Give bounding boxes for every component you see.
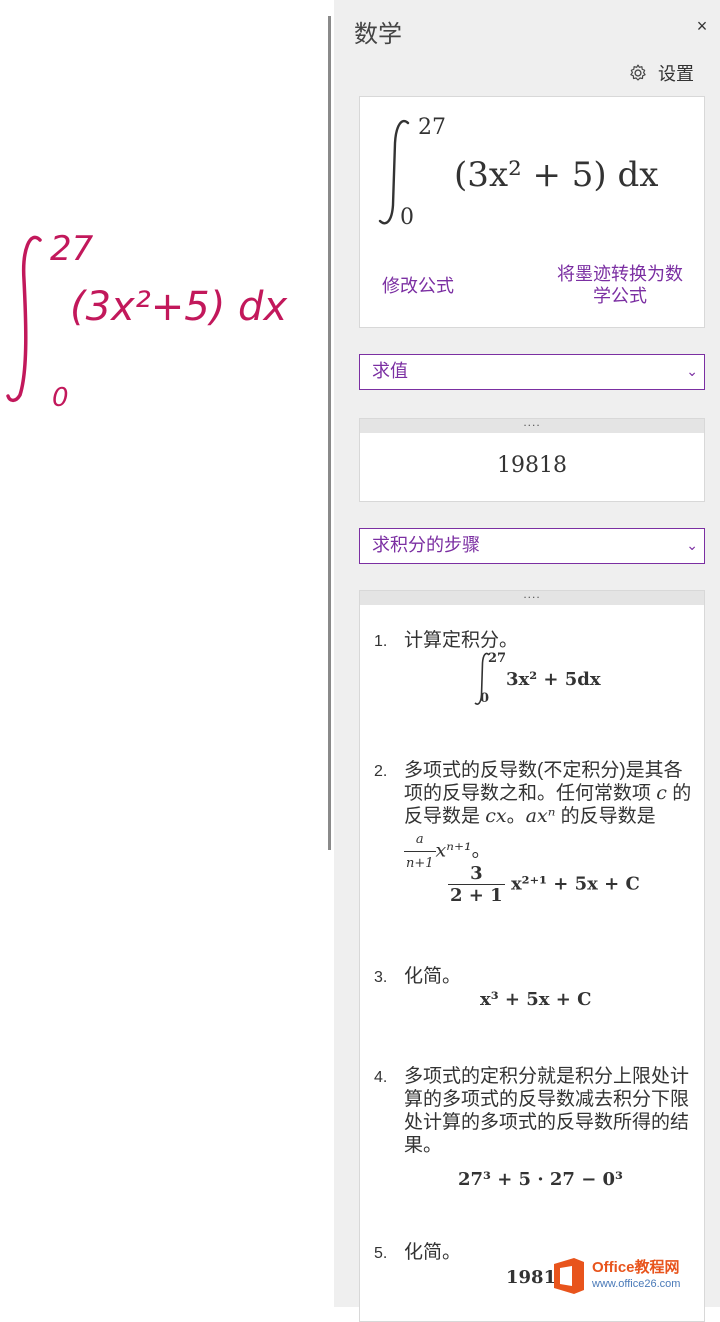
step-3-math: x³ + 5x + C bbox=[480, 989, 592, 1010]
step-2-text-a: 多项式的反导数(不定积分)是其各项的反导数之和。任何常数项 bbox=[404, 760, 683, 804]
action-select-value: 求值 bbox=[372, 361, 408, 381]
ink-lower: 0 bbox=[52, 383, 69, 413]
var-axn: axⁿ bbox=[525, 805, 556, 827]
step-1-upper: 27 bbox=[488, 651, 507, 666]
result-value: 19818 bbox=[497, 453, 567, 478]
resize-handle[interactable]: .... bbox=[360, 416, 704, 433]
ink-canvas[interactable]: 27 0 (3x²+5) dx bbox=[0, 0, 328, 1307]
watermark: Office教程网 www.office26.com bbox=[552, 1256, 680, 1296]
fraction: 32 + 1 bbox=[448, 863, 505, 906]
steps-select-value: 求积分的步骤 bbox=[372, 535, 480, 555]
step-text: 计算定积分。 bbox=[404, 630, 519, 651]
convert-ink-link[interactable]: 将墨迹转换为数 学公式 bbox=[550, 263, 690, 307]
ink-upper: 27 bbox=[50, 229, 94, 269]
formula-expression: (3x² + 5) dx bbox=[454, 155, 659, 195]
var-c: c bbox=[656, 782, 667, 804]
watermark-url: www.office26.com bbox=[592, 1278, 681, 1290]
action-select[interactable]: 求值 ⌄ bbox=[359, 354, 705, 390]
edit-formula-link[interactable]: 修改公式 bbox=[382, 275, 454, 297]
step-text: 化简。 bbox=[404, 966, 462, 987]
step-text: 多项式的定积分就是积分上限处计算的多项式的反导数减去积分下限处计算的多项式的反导… bbox=[404, 1066, 690, 1156]
formula-card: 27 0 (3x² + 5) dx 修改公式 将墨迹转换为数 学公式 bbox=[359, 96, 705, 328]
frac-den: n+1 bbox=[406, 856, 434, 871]
formula-upper-limit: 27 bbox=[418, 115, 446, 140]
step-number: 5. bbox=[374, 1245, 388, 1262]
step-2-text-d: 的反导数是 bbox=[555, 806, 656, 827]
office-logo-icon bbox=[554, 1258, 584, 1294]
step-2-text-c: 。 bbox=[506, 806, 526, 827]
chevron-down-icon: ⌄ bbox=[686, 363, 698, 379]
gear-icon bbox=[630, 64, 646, 81]
step-2-text-e: 。 bbox=[471, 840, 491, 862]
step-1-lower: 0 bbox=[480, 691, 490, 706]
result-card: .... 19818 bbox=[359, 416, 705, 502]
frac-num: a bbox=[404, 828, 436, 852]
step-number: 4. bbox=[374, 1069, 388, 1086]
formula-lower-limit: 0 bbox=[400, 205, 414, 230]
step-2-rest: x²⁺¹ + 5x + C bbox=[510, 873, 640, 895]
step-2-math: 32 + 1 x²⁺¹ + 5x + C bbox=[448, 863, 640, 906]
step-4-math: 27³ + 5 · 27 − 0³ bbox=[458, 1169, 623, 1190]
steps-select[interactable]: 求积分的步骤 ⌄ bbox=[359, 528, 705, 564]
step-number: 1. bbox=[374, 633, 388, 650]
chevron-down-icon: ⌄ bbox=[686, 537, 698, 553]
canvas-divider[interactable] bbox=[328, 16, 331, 850]
step-number: 3. bbox=[374, 969, 388, 986]
convert-ink-line2: 学公式 bbox=[593, 286, 647, 306]
step-text: 多项式的反导数(不定积分)是其各项的反导数之和。任何常数项 c 的反导数是 cx… bbox=[404, 759, 694, 875]
ink-expression: (3x²+5) dx bbox=[70, 284, 287, 330]
fraction: a n+1 bbox=[404, 828, 436, 875]
convert-ink-line1: 将墨迹转换为数 bbox=[557, 264, 683, 284]
var-tail: xⁿ⁺¹ bbox=[435, 839, 472, 862]
step-1-math: 3x² + 5dx bbox=[506, 669, 601, 690]
close-button[interactable]: × bbox=[692, 16, 712, 37]
steps-card: .... 1. 计算定积分。 27 0 3x² + 5dx 2. 多项式的反导数… bbox=[359, 590, 705, 1322]
watermark-brand: Office教程网 bbox=[592, 1259, 680, 1276]
step-number: 2. bbox=[374, 763, 388, 780]
frac-num: 3 bbox=[448, 863, 505, 885]
frac-den: 2 + 1 bbox=[450, 885, 503, 906]
settings-button[interactable]: 设置 bbox=[628, 60, 694, 86]
pane-title: 数学 bbox=[354, 21, 402, 48]
math-pane: 数学 × 设置 27 0 (3x² + 5) dx 修改公式 将墨迹转换为数 学… bbox=[334, 0, 720, 1322]
var-cx: cx bbox=[485, 805, 507, 827]
settings-label: 设置 bbox=[658, 64, 694, 84]
handwritten-integral: 27 0 (3x²+5) dx bbox=[6, 229, 287, 413]
resize-handle[interactable]: .... bbox=[360, 591, 704, 605]
